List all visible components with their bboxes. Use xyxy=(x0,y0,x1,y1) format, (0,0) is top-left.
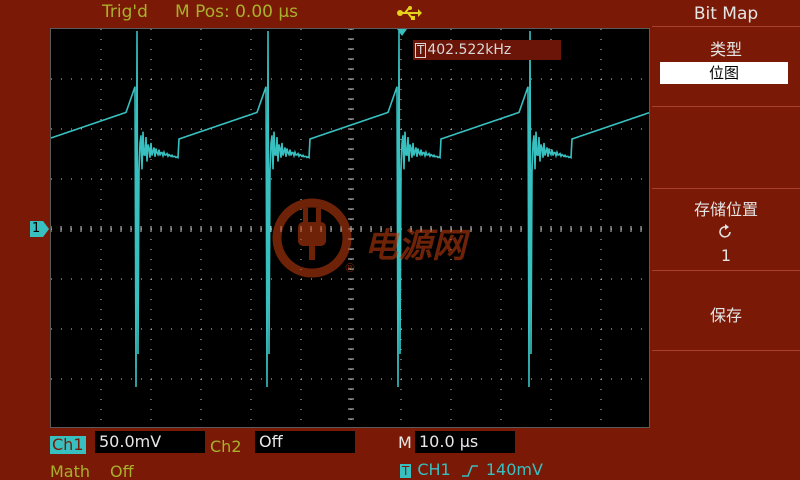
timebase-label: M xyxy=(398,433,412,452)
math-label[interactable]: Math xyxy=(50,462,90,480)
status-bar: Trig'd M Pos: 0.00 μs xyxy=(0,0,650,28)
type-menu-item[interactable]: 类型 位图 xyxy=(652,28,800,106)
menu-divider xyxy=(652,26,800,27)
ch1-marker-label: 1 xyxy=(32,221,41,236)
ch1-ground-marker[interactable]: 1 xyxy=(30,221,50,237)
location-menu-item[interactable]: 存储位置 1 xyxy=(652,190,800,268)
timebase-value: 10.0 μs xyxy=(415,431,515,453)
usb-icon xyxy=(397,6,422,20)
ch2-value: Off xyxy=(255,431,355,453)
rotate-icon xyxy=(719,224,731,238)
bottom-status: Ch1 50.0mV Ch2 Off M 10.0 μs Math Off TC… xyxy=(0,428,650,480)
type-value: 位图 xyxy=(660,62,788,84)
frequency-value: 402.522kHz xyxy=(427,42,512,58)
rising-edge-icon xyxy=(461,464,478,477)
location-value: 1 xyxy=(720,246,732,265)
trigger-icon: T xyxy=(400,464,412,478)
menu-divider xyxy=(652,270,800,271)
watermark-text: 电源网 xyxy=(364,226,466,266)
ch1-scale: 50.0mV xyxy=(95,431,205,453)
location-label: 存储位置 xyxy=(693,200,758,219)
trigger-info: T CH1 140mV xyxy=(400,460,543,479)
trigger-position-icon xyxy=(397,29,407,36)
freq-icon: T xyxy=(415,43,427,58)
menu-divider xyxy=(652,350,800,351)
ch2-label[interactable]: Ch2 xyxy=(210,437,242,456)
ch1-label[interactable]: Ch1 xyxy=(50,436,86,454)
menu-title: Bit Map xyxy=(693,4,759,24)
trigger-level: 140mV xyxy=(485,460,543,479)
svg-text:®: ® xyxy=(344,261,356,275)
save-button: 保存 xyxy=(709,306,742,325)
type-label: 类型 xyxy=(709,40,742,59)
plug-logo-icon: ® xyxy=(272,198,356,278)
m-pos-readout: M Pos: 0.00 μs xyxy=(175,2,299,22)
frequency-readout: T 402.522kHz xyxy=(413,40,561,60)
watermark: ® 电源网 xyxy=(268,196,478,280)
menu-divider xyxy=(652,188,800,189)
trigger-source: CH1 xyxy=(417,460,451,479)
trigger-status: Trig'd xyxy=(102,2,148,22)
math-value: Off xyxy=(110,462,134,480)
save-menu-item[interactable]: 保存 xyxy=(652,272,800,350)
side-menu: Bit Map 类型 位图 存储位置 1 保存 xyxy=(652,0,800,480)
menu-divider xyxy=(652,106,800,107)
